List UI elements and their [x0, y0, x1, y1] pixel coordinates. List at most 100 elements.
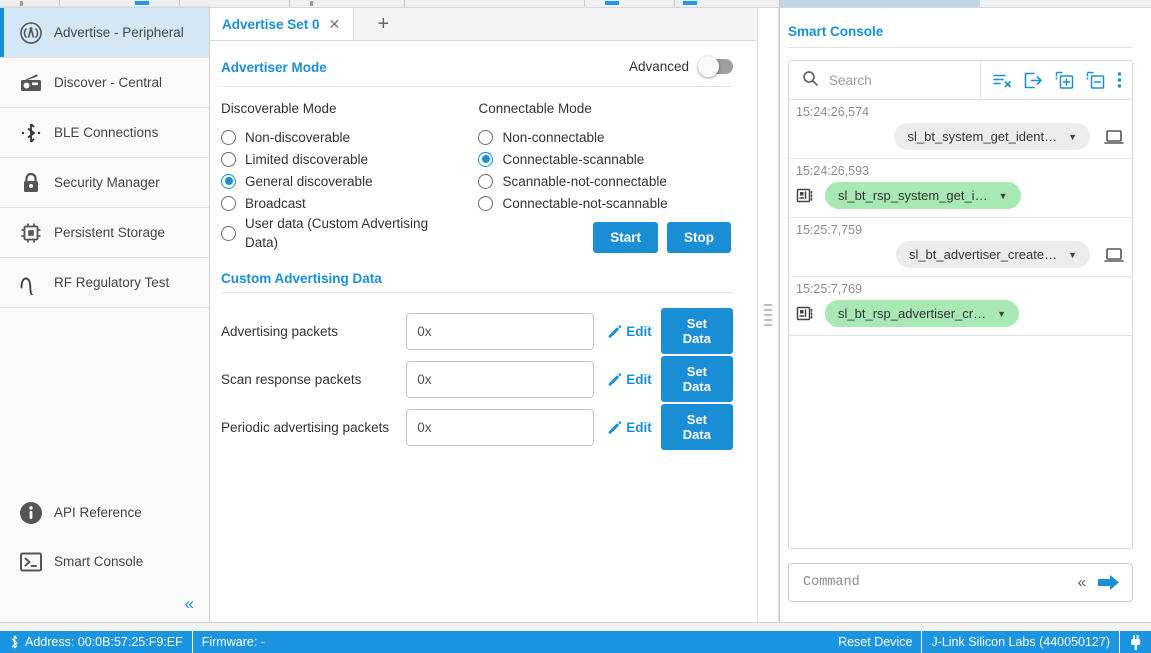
sidebar-item-discover-central[interactable]: Discover - Central: [0, 58, 209, 107]
radio-label: Broadcast: [245, 195, 306, 211]
broadcast-icon: [14, 21, 48, 45]
radio-scannable-not-connectable[interactable]: Scannable-not-connectable: [478, 170, 733, 192]
sidebar-item-ble-connections[interactable]: BLE Connections: [0, 108, 209, 157]
more-options-icon[interactable]: [1117, 71, 1122, 89]
sidebar-item-rf-regulatory-test[interactable]: RF Regulatory Test: [0, 258, 209, 307]
radio-non-connectable[interactable]: Non-connectable: [478, 126, 733, 148]
sidebar-item-security-manager[interactable]: Security Manager: [0, 158, 209, 207]
radio-label: Connectable-scannable: [502, 151, 645, 167]
chevron-down-icon[interactable]: ▼: [997, 309, 1006, 319]
console-toolbar: Search: [789, 60, 1132, 100]
list-item[interactable]: 15:24:26,574 sl_bt_system_get_ident… ▼: [789, 100, 1132, 159]
toggle-knob: [698, 56, 719, 77]
divider: [221, 292, 733, 293]
radio-label: Connectable-not-scannable: [502, 195, 668, 211]
chevron-down-icon[interactable]: ▼: [1068, 250, 1077, 260]
stop-button[interactable]: Stop: [667, 222, 731, 253]
device-chip-icon: [796, 305, 814, 322]
expand-all-icon[interactable]: [1055, 71, 1074, 89]
radio-indicator: [478, 151, 494, 167]
bottom-strip: [0, 622, 1151, 631]
sidebar-item-label: Persistent Storage: [54, 225, 166, 240]
collapse-all-icon[interactable]: [1086, 71, 1105, 89]
radio-connectable-scannable[interactable]: Connectable-scannable: [478, 148, 733, 170]
log-timestamp: 15:25:7,769: [796, 282, 863, 296]
advertising-packets-input[interactable]: [406, 312, 595, 350]
search-group[interactable]: Search: [789, 70, 980, 90]
edit-label: Edit: [626, 371, 652, 387]
terminal-icon: [14, 549, 48, 575]
log-response-pill[interactable]: sl_bt_rsp_system_get_i… ▼: [825, 182, 1021, 209]
advanced-toggle-group: Advanced: [629, 56, 733, 77]
reset-device-button[interactable]: Reset Device: [829, 631, 921, 653]
radio-label: Non-discoverable: [245, 129, 351, 145]
pencil-icon: [608, 420, 622, 434]
list-item[interactable]: 15:25:7,769 sl_bt_rsp_advertiser_cr… ▼: [789, 277, 1132, 336]
clear-list-icon[interactable]: [993, 72, 1012, 89]
set-data-periodic-advertising-packets-button[interactable]: Set Data: [660, 404, 733, 450]
sidebar-item-smart-console[interactable]: Smart Console: [0, 537, 210, 586]
sidebar-collapse-button[interactable]: «: [0, 586, 210, 622]
custom-advertising-rows: Advertising packets Edit Set Data Scan r…: [221, 307, 733, 451]
status-adapter[interactable]: J-Link Silicon Labs (440050127): [922, 631, 1119, 653]
tab-advertise-set-0[interactable]: Advertise Set 0 ✕: [211, 8, 355, 40]
table-row: Periodic advertising packets Edit Set Da…: [221, 403, 733, 451]
console-title: Smart Console: [788, 24, 884, 39]
edit-periodic-advertising-packets-button[interactable]: Edit: [607, 419, 652, 435]
panel-splitter[interactable]: [757, 8, 779, 622]
set-data-scan-response-packets-button[interactable]: Set Data: [660, 356, 733, 402]
export-icon[interactable]: [1024, 72, 1043, 89]
search-icon: [802, 70, 819, 90]
chevron-down-icon[interactable]: ▼: [1068, 132, 1077, 142]
radio-broadcast[interactable]: Broadcast: [221, 192, 478, 214]
divider: [0, 307, 209, 308]
chevron-down-icon[interactable]: ▼: [999, 191, 1008, 201]
smart-console-panel: Smart Console Search 15:24:26,574 sl_bt_…: [779, 8, 1151, 622]
scan-response-packets-input[interactable]: [406, 360, 595, 398]
sidebar-item-advertise-peripheral[interactable]: Advertise - Peripheral: [0, 8, 209, 57]
command-input-box[interactable]: Command «: [788, 563, 1133, 602]
send-command-icon[interactable]: [1097, 574, 1120, 591]
radio-user-data[interactable]: User data (Custom Advertising Data): [221, 214, 478, 252]
set-data-advertising-packets-button[interactable]: Set Data: [660, 308, 733, 354]
console-log-list[interactable]: 15:24:26,574 sl_bt_system_get_ident… ▼ 1…: [789, 100, 1132, 548]
radio-limited-discoverable[interactable]: Limited discoverable: [221, 148, 478, 170]
radio-non-discoverable[interactable]: Non-discoverable: [221, 126, 478, 148]
chevron-double-left-icon[interactable]: «: [1078, 574, 1086, 591]
advertiser-mode-header: Advertiser Mode Advanced: [221, 51, 733, 87]
sidebar-item-label: Advertise - Peripheral: [54, 25, 184, 40]
pencil-icon: [608, 372, 622, 386]
list-item[interactable]: 15:25:7,759 sl_bt_advertiser_create… ▼: [789, 218, 1132, 277]
advanced-toggle[interactable]: [698, 56, 733, 77]
log-response-text: sl_bt_rsp_advertiser_cr…: [838, 306, 987, 321]
log-command-pill[interactable]: sl_bt_advertiser_create… ▼: [895, 241, 1090, 268]
section-title: Advertiser Mode: [221, 60, 327, 75]
radio-label: Scannable-not-connectable: [502, 173, 667, 189]
plus-icon: +: [377, 12, 390, 35]
radio-indicator: [221, 225, 236, 241]
sidebar-item-label: BLE Connections: [54, 125, 159, 140]
row-label: Advertising packets: [221, 323, 339, 339]
radio-general-discoverable[interactable]: General discoverable: [221, 170, 478, 192]
sidebar-item-api-reference[interactable]: API Reference: [0, 488, 210, 537]
start-button[interactable]: Start: [593, 222, 658, 253]
add-tab-button[interactable]: +: [354, 8, 412, 40]
periodic-advertising-packets-input[interactable]: [406, 408, 595, 446]
log-command-text: sl_bt_system_get_ident…: [907, 129, 1058, 144]
command-input-placeholder: Command: [803, 575, 860, 590]
status-bar: Address: 00:0B:57:25:F9:EF Firmware: - R…: [0, 631, 1151, 653]
log-response-pill[interactable]: sl_bt_rsp_advertiser_cr… ▼: [825, 300, 1020, 327]
usb-plug-icon[interactable]: [1120, 631, 1151, 653]
list-item[interactable]: 15:24:26,593 sl_bt_rsp_system_get_i… ▼: [789, 159, 1132, 218]
radio-connectable-not-scannable[interactable]: Connectable-not-scannable: [478, 192, 733, 214]
console-log-box: Search 15:24:26,574 sl_bt_system_get_ide…: [788, 60, 1133, 549]
edit-advertising-packets-button[interactable]: Edit: [607, 323, 652, 339]
sidebar: Advertise - Peripheral Discover - Centra…: [0, 8, 210, 622]
edit-scan-response-packets-button[interactable]: Edit: [607, 371, 652, 387]
sidebar-item-persistent-storage[interactable]: Persistent Storage: [0, 208, 209, 257]
radio-indicator: [221, 151, 236, 167]
tab-close-icon[interactable]: ✕: [329, 16, 341, 33]
log-row: sl_bt_rsp_system_get_i… ▼: [796, 182, 1124, 209]
advertiser-actions: Start Stop: [478, 222, 733, 253]
log-command-pill[interactable]: sl_bt_system_get_ident… ▼: [894, 123, 1090, 150]
